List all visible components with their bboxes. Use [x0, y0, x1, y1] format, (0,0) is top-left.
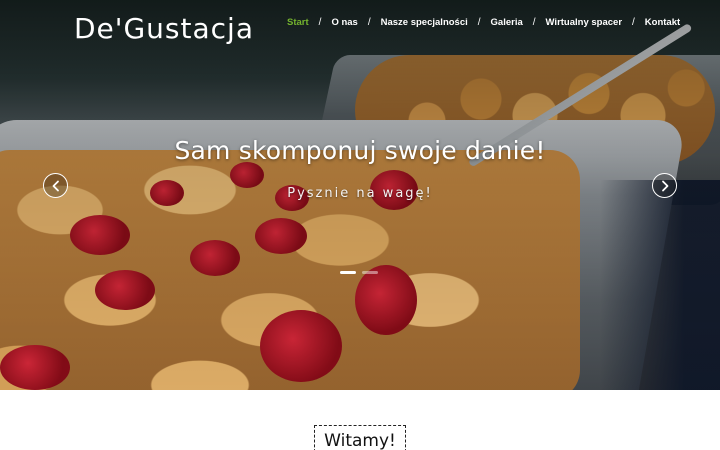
nav-separator: /: [532, 17, 536, 28]
chevron-left-icon: [52, 180, 59, 191]
nav-separator: /: [318, 17, 322, 28]
welcome-heading: Witamy!: [324, 431, 396, 450]
nav-item-galeria[interactable]: Galeria: [491, 17, 523, 28]
nav-item-start[interactable]: Start: [287, 17, 309, 28]
slider-next-button[interactable]: [652, 173, 677, 198]
slide-subtitle: Pysznie na wagę!: [287, 186, 433, 201]
main-nav: Start / O nas / Nasze specjalności / Gal…: [287, 17, 680, 28]
nav-item-kontakt[interactable]: Kontakt: [645, 17, 680, 28]
slider-dot[interactable]: [340, 271, 356, 274]
nav-separator: /: [632, 17, 635, 28]
slider-prev-button[interactable]: [43, 173, 68, 198]
nav-item-nasze-specjalnosci[interactable]: Nasze specjalności: [381, 17, 468, 28]
nav-item-o-nas[interactable]: O nas: [331, 17, 357, 28]
nav-separator: /: [477, 17, 481, 28]
slider-dot[interactable]: [362, 271, 378, 274]
chevron-right-icon: [661, 180, 668, 191]
nav-separator: /: [367, 17, 371, 28]
welcome-heading-box: Witamy!: [314, 425, 406, 450]
slider-pagination: [340, 271, 378, 274]
slide-title: Sam skomponuj swoje danie!: [174, 136, 546, 165]
site-logo[interactable]: De'Gustacja: [74, 12, 254, 45]
nav-item-wirtualny-spacer[interactable]: Wirtualny spacer: [546, 17, 622, 28]
